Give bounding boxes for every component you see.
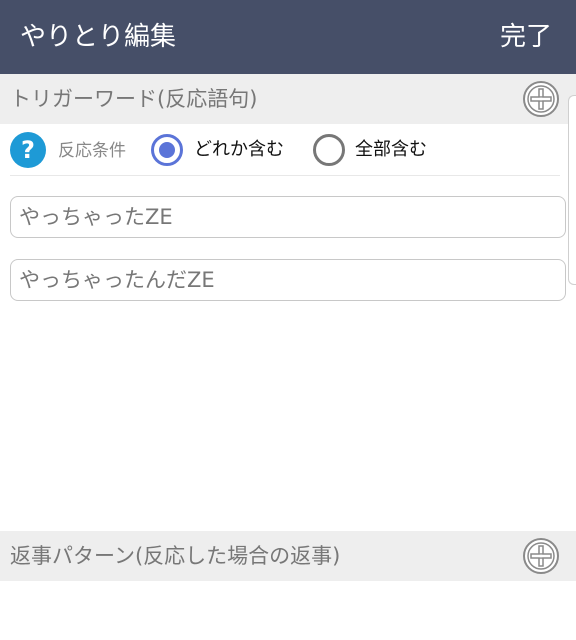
done-button[interactable]: 完了	[500, 20, 552, 54]
trigger-section-header: トリガーワード(反応語句)	[0, 74, 576, 124]
reply-section-title: 返事パターン(反応した場合の返事)	[10, 544, 341, 568]
condition-label: 反応条件	[58, 141, 126, 161]
trigger-section-title: トリガーワード(反応語句)	[10, 87, 258, 111]
add-trigger-button[interactable]	[522, 80, 560, 118]
radio-any-match[interactable]	[150, 133, 184, 167]
app-bar: やりとり編集 完了	[0, 0, 576, 74]
reply-section-header: 返事パターン(反応した場合の返事)	[0, 531, 576, 581]
condition-row: ? 反応条件 どれか含む 全部含む	[10, 130, 560, 172]
page-title: やりとり編集	[20, 22, 177, 52]
radio-all-match-label[interactable]: 全部含む	[355, 138, 427, 162]
radio-all-match[interactable]	[312, 133, 346, 167]
add-reply-button[interactable]	[522, 537, 560, 575]
help-icon[interactable]: ?	[10, 132, 46, 168]
trigger-word-field[interactable]: やっちゃったんだZE	[10, 259, 566, 301]
radio-any-match-label[interactable]: どれか含む	[194, 138, 284, 162]
scroll-handle[interactable]	[568, 95, 576, 285]
divider	[10, 175, 560, 176]
trigger-word-field[interactable]: やっちゃったZE	[10, 196, 566, 238]
